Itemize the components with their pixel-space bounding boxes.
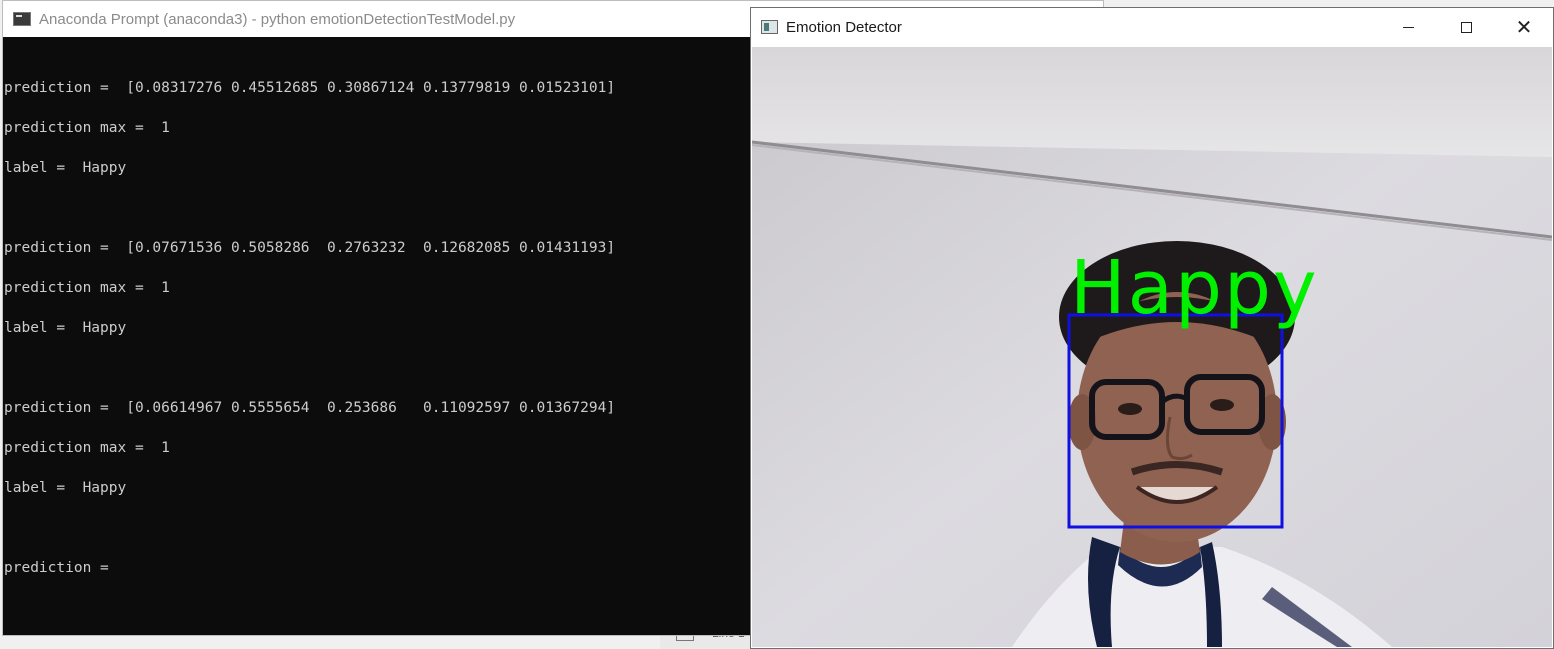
minimize-icon <box>1402 26 1414 28</box>
close-icon: ✕ <box>1515 15 1533 39</box>
maximize-button[interactable] <box>1437 8 1495 46</box>
window-controls: ✕ <box>1379 8 1553 46</box>
detector-titlebar[interactable]: Emotion Detector ✕ <box>751 8 1553 46</box>
detector-title: Emotion Detector <box>786 18 902 36</box>
webcam-feed: Happy <box>752 47 1552 647</box>
emotion-detector-window[interactable]: Emotion Detector ✕ Happy <box>750 7 1554 649</box>
close-button[interactable]: ✕ <box>1495 8 1553 46</box>
console-title: Anaconda Prompt (anaconda3) - python emo… <box>39 10 516 28</box>
maximize-icon <box>1460 21 1472 33</box>
app-window-icon <box>761 20 778 34</box>
webcam-frame <box>752 47 1552 647</box>
ceiling <box>752 47 1552 157</box>
minimize-button[interactable] <box>1379 8 1437 46</box>
console-icon <box>13 12 31 26</box>
detected-emotion-label: Happy <box>1070 245 1319 331</box>
